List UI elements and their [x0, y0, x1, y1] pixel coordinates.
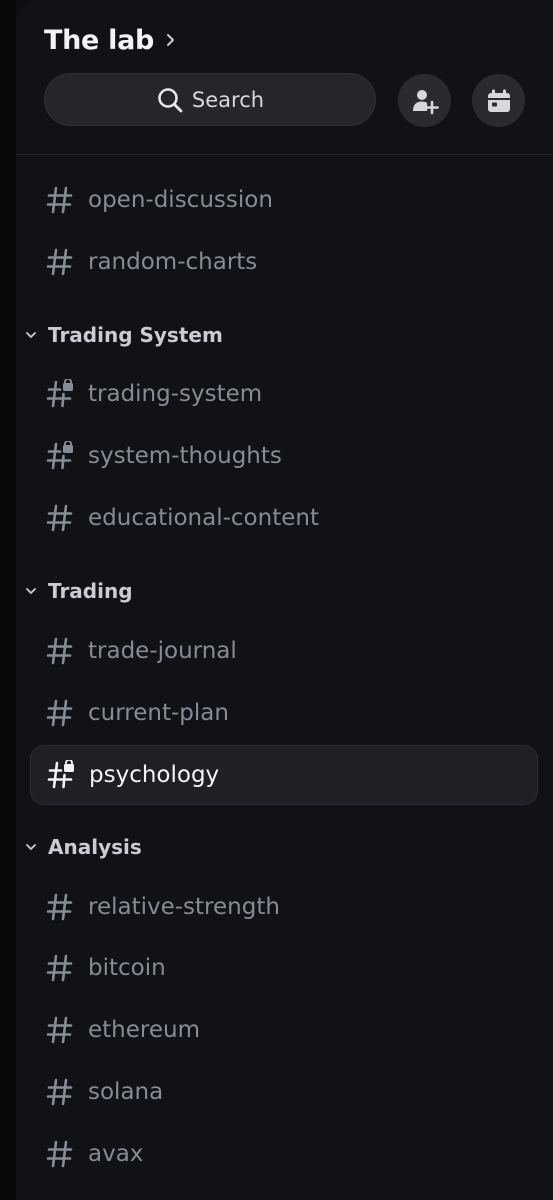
server-name[interactable]: The lab — [44, 25, 154, 56]
events-button[interactable] — [472, 74, 525, 127]
channel-sidebar: The lab Search open-discussion random-ch… — [16, 0, 553, 1200]
search-label: Search — [191, 87, 265, 112]
channel-name: bitcoin — [88, 955, 166, 981]
header-divider — [16, 154, 553, 155]
channel-current-plan[interactable]: current-plan — [30, 684, 538, 742]
hash-icon — [46, 185, 74, 215]
channel-avax[interactable]: avax — [30, 1125, 538, 1183]
channel-educational-content[interactable]: educational-content — [30, 489, 538, 547]
hash-icon — [46, 503, 74, 533]
search-icon — [156, 86, 184, 114]
hash-icon — [46, 636, 74, 666]
locked-hash-icon — [47, 758, 75, 790]
channel-relative-strength[interactable]: relative-strength — [30, 878, 538, 936]
category-analysis[interactable]: Analysis — [24, 832, 142, 862]
channel-name: random-charts — [88, 249, 258, 275]
category-label: Trading — [48, 579, 133, 603]
channel-name: trading-system — [88, 381, 263, 407]
add-user-icon — [410, 86, 440, 116]
channel-system-thoughts[interactable]: system-thoughts — [30, 427, 538, 485]
server-header[interactable]: The lab — [44, 20, 178, 60]
channel-psychology[interactable]: psychology — [30, 745, 538, 805]
hash-icon — [46, 892, 74, 922]
category-label: Analysis — [48, 835, 142, 859]
channel-name: ethereum — [88, 1017, 200, 1043]
calendar-icon — [485, 87, 513, 115]
channel-name: relative-strength — [88, 894, 280, 920]
hash-icon — [46, 1015, 74, 1045]
hash-icon — [46, 1077, 74, 1107]
search-button[interactable]: Search — [44, 73, 376, 126]
channel-open-discussion[interactable]: open-discussion — [30, 171, 538, 229]
hash-icon — [46, 1139, 74, 1169]
hash-icon — [46, 698, 74, 728]
channel-bitcoin[interactable]: bitcoin — [30, 939, 538, 997]
chevron-down-icon — [24, 584, 38, 598]
app-edge — [0, 0, 16, 1200]
category-trading[interactable]: Trading — [24, 576, 133, 606]
channel-name: avax — [88, 1141, 144, 1167]
locked-hash-icon — [46, 439, 74, 471]
invite-button[interactable] — [398, 74, 451, 127]
hash-icon — [46, 953, 74, 983]
channel-name: current-plan — [88, 700, 229, 726]
channel-name: psychology — [89, 762, 220, 788]
channel-name: trade-journal — [88, 638, 237, 664]
channel-random-charts[interactable]: random-charts — [30, 233, 538, 291]
channel-name: system-thoughts — [88, 443, 282, 469]
chevron-down-icon — [24, 328, 38, 342]
channel-name: open-discussion — [88, 187, 273, 213]
channel-trading-system[interactable]: trading-system — [30, 365, 538, 423]
channel-name: solana — [88, 1079, 164, 1105]
chevron-down-icon — [24, 840, 38, 854]
category-label: Trading System — [48, 323, 223, 347]
category-trading-system[interactable]: Trading System — [24, 320, 223, 350]
channel-trade-journal[interactable]: trade-journal — [30, 622, 538, 680]
channel-ethereum[interactable]: ethereum — [30, 1001, 538, 1059]
chevron-right-icon[interactable] — [164, 33, 178, 47]
hash-icon — [46, 247, 74, 277]
channel-solana[interactable]: solana — [30, 1063, 538, 1121]
locked-hash-icon — [46, 377, 74, 409]
channel-name: educational-content — [88, 505, 319, 531]
